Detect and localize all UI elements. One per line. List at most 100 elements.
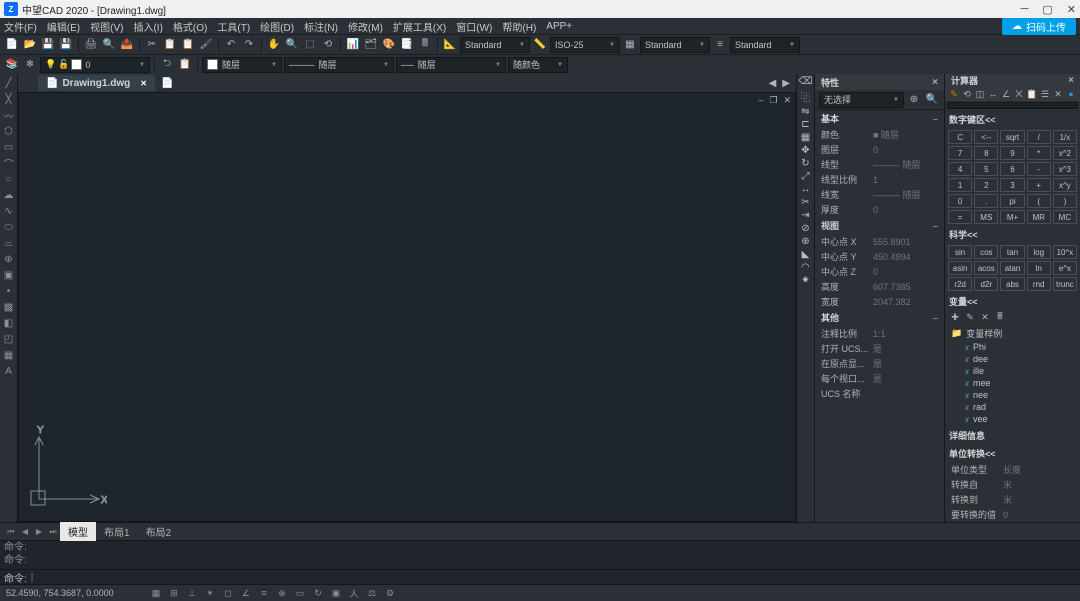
- stretch-tool[interactable]: ↔: [801, 184, 811, 195]
- saveas-button[interactable]: 💾: [58, 37, 74, 53]
- array-tool[interactable]: ▦: [801, 132, 810, 143]
- layout-first[interactable]: ⏮: [4, 525, 18, 539]
- var-new-icon[interactable]: ✚: [948, 310, 962, 324]
- new-button[interactable]: 📄: [4, 37, 20, 53]
- calc-key[interactable]: asin: [948, 261, 972, 275]
- calc-key[interactable]: 10^x: [1053, 245, 1077, 259]
- calc-key[interactable]: pi: [1000, 194, 1024, 208]
- qp-button[interactable]: ▣: [328, 586, 344, 600]
- polygon-tool[interactable]: ⬡: [2, 124, 16, 138]
- copy-button[interactable]: 📋: [162, 37, 178, 53]
- var-item[interactable]: xille: [951, 365, 1074, 377]
- selection-dropdown[interactable]: 无选择: [819, 92, 904, 108]
- arc-tool[interactable]: ⌒: [2, 156, 16, 170]
- var-item[interactable]: xmee: [951, 377, 1074, 389]
- paste-button[interactable]: 📋: [180, 37, 196, 53]
- hatch-tool[interactable]: ▩: [2, 300, 16, 314]
- calc-key[interactable]: abs: [1000, 277, 1024, 291]
- color-dropdown[interactable]: 随层: [202, 57, 282, 73]
- cut-button[interactable]: ✂: [144, 37, 160, 53]
- layerstate-button[interactable]: 📋: [177, 57, 193, 73]
- calc-x-icon[interactable]: ✕: [1052, 87, 1064, 101]
- sci-header[interactable]: 科学<<: [945, 226, 1080, 243]
- new-tab-button[interactable]: 📄: [161, 78, 173, 89]
- trim-tool[interactable]: ✂: [801, 197, 809, 208]
- model-button[interactable]: ▭: [292, 586, 308, 600]
- unit-header[interactable]: 单位转换<<: [945, 445, 1080, 462]
- calc-key[interactable]: 8: [974, 146, 998, 160]
- xline-tool[interactable]: ╳: [2, 92, 16, 106]
- calc-key[interactable]: r2d: [948, 277, 972, 291]
- calc-key[interactable]: =: [948, 210, 972, 224]
- calc-key[interactable]: MC: [1053, 210, 1077, 224]
- break-tool[interactable]: ⊘: [801, 223, 809, 234]
- matchprop-button[interactable]: 🖌: [198, 37, 214, 53]
- publish-button[interactable]: 📤: [119, 37, 135, 53]
- calc-key[interactable]: 5: [974, 162, 998, 176]
- region-tool[interactable]: ◰: [2, 332, 16, 346]
- tab-nav-left[interactable]: ◀: [769, 78, 777, 89]
- rotate-tool[interactable]: ↻: [801, 158, 809, 169]
- calc-key[interactable]: 9: [1000, 146, 1024, 160]
- open-button[interactable]: 📂: [22, 37, 38, 53]
- calc-input[interactable]: [947, 107, 1078, 109]
- osnap-button[interactable]: ◻: [220, 586, 236, 600]
- calc-key[interactable]: x^2: [1053, 146, 1077, 160]
- var-group[interactable]: 变量样例: [966, 327, 1002, 340]
- linetype-dropdown[interactable]: ────随层: [284, 57, 394, 73]
- var-item[interactable]: xvee: [951, 413, 1074, 425]
- ssm-button[interactable]: 📑: [399, 37, 415, 53]
- layout-next[interactable]: ▶: [32, 525, 46, 539]
- var-calc-icon[interactable]: 🖩: [993, 310, 1007, 324]
- var-item[interactable]: xPhi: [951, 341, 1074, 353]
- calc-key[interactable]: tan: [1000, 245, 1024, 259]
- layer-mgr-button[interactable]: 📚: [4, 57, 20, 73]
- calc-key[interactable]: MS: [974, 210, 998, 224]
- menu-modify[interactable]: 修改(M): [348, 19, 383, 34]
- table-tool[interactable]: ▦: [2, 348, 16, 362]
- layer-dropdown[interactable]: 💡🔓0: [40, 57, 150, 73]
- rect-tool[interactable]: ▭: [2, 140, 16, 154]
- tab-layout1[interactable]: 布局1: [96, 522, 138, 541]
- snap-button[interactable]: ▦: [148, 586, 164, 600]
- layout-last[interactable]: ⏭: [46, 525, 60, 539]
- calc-key[interactable]: log: [1027, 245, 1051, 259]
- var-item[interactable]: xnee: [951, 389, 1074, 401]
- extend-tool[interactable]: ⇥: [801, 210, 809, 221]
- insert-tool[interactable]: ⊕: [2, 252, 16, 266]
- calc-help-icon[interactable]: ●: [1065, 87, 1077, 101]
- calc-key[interactable]: atan: [1000, 261, 1024, 275]
- anno-button[interactable]: 人: [346, 586, 362, 600]
- menu-window[interactable]: 窗口(W): [456, 19, 492, 34]
- calc-key[interactable]: 1: [948, 178, 972, 192]
- mleaderstyle-dropdown[interactable]: Standard: [730, 37, 800, 53]
- minimize-button[interactable]: ─: [1021, 3, 1029, 16]
- menu-dimension[interactable]: 标注(N): [304, 19, 338, 34]
- layout-prev[interactable]: ◀: [18, 525, 32, 539]
- dc-button[interactable]: 🗂: [363, 37, 379, 53]
- calc-clear-icon[interactable]: ✎: [948, 87, 960, 101]
- var-item[interactable]: xdee: [951, 353, 1074, 365]
- undo-button[interactable]: ↶: [223, 37, 239, 53]
- ortho-button[interactable]: ⊥: [184, 586, 200, 600]
- section-misc[interactable]: 其他: [815, 309, 944, 326]
- menu-draw[interactable]: 绘图(D): [260, 19, 294, 34]
- pickadd-button[interactable]: ⊕: [906, 92, 922, 108]
- calc-key[interactable]: C: [948, 130, 972, 144]
- revcloud-tool[interactable]: ☁: [2, 188, 16, 202]
- calc-key[interactable]: *: [1027, 146, 1051, 160]
- menu-edit[interactable]: 编辑(E): [47, 19, 80, 34]
- dyn-button[interactable]: ⊕: [274, 586, 290, 600]
- dimstyle-dropdown[interactable]: ISO-25: [550, 37, 620, 53]
- numpad-header[interactable]: 数字键区<<: [945, 111, 1080, 128]
- tab-model[interactable]: 模型: [60, 522, 96, 541]
- calc-key[interactable]: rnd: [1027, 277, 1051, 291]
- pan-button[interactable]: ✋: [266, 37, 282, 53]
- print-button[interactable]: 🖨: [83, 37, 99, 53]
- menu-tools[interactable]: 工具(T): [217, 19, 250, 34]
- otrack-button[interactable]: ∠: [238, 586, 254, 600]
- tab-layout2[interactable]: 布局2: [138, 522, 180, 541]
- calc-key[interactable]: (: [1027, 194, 1051, 208]
- calc-close[interactable]: ×: [1068, 75, 1074, 86]
- calc-key[interactable]: 1/x: [1053, 130, 1077, 144]
